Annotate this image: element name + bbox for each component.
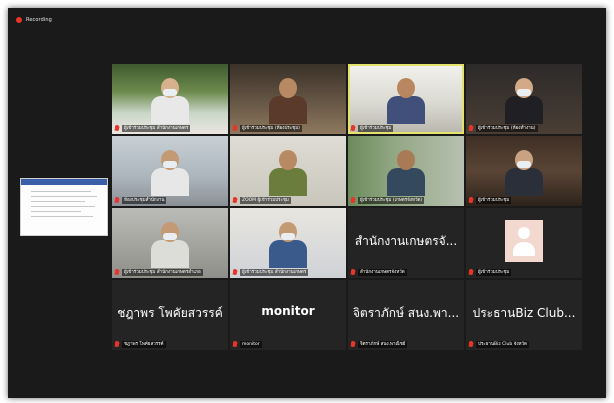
participant-display-name: ประธานBiz Club... <box>472 306 576 320</box>
default-avatar <box>505 220 543 262</box>
muted-mic-icon <box>233 269 237 275</box>
participant-tile[interactable]: ผู้เข้าร่วมประชุม สำนักงานเกษตร <box>230 208 346 278</box>
participant-name: ผู้เข้าร่วมประชุม <box>476 196 512 204</box>
participant-name-label: ผู้เข้าร่วมประชุม (ห้องประชุม) <box>233 124 343 132</box>
participant-name: ผู้เข้าร่วมประชุม (เกษตรจังหวัด) <box>358 196 425 204</box>
participant-name-label: ผู้เข้าร่วมประชุม สำนักงานเกษตร <box>233 268 343 276</box>
participant-name-label: สำนักงานเกษตรจังหวัด <box>351 268 461 276</box>
participant-tile[interactable]: ผู้เข้าร่วมประชุม <box>348 64 464 134</box>
participant-display-name: ชฎาพร โพคัยสวรรค์ <box>117 306 223 320</box>
participant-name-label: ประธานBiz Club จังหวัด <box>469 340 579 348</box>
shared-screen-thumbnail[interactable] <box>20 178 108 236</box>
participant-display-name: จิตราภักษ์ สนง.พา... <box>352 306 460 320</box>
shared-screen-header <box>21 179 107 185</box>
participant-tile[interactable]: ผู้เข้าร่วมประชุม (ห้องประชุม) <box>230 64 346 134</box>
participant-name: ผู้เข้าร่วมประชุม (ห้องทำงาน) <box>476 124 538 132</box>
participant-tile[interactable]: monitor monitor <box>230 280 346 350</box>
muted-mic-icon <box>233 341 237 347</box>
muted-mic-icon <box>115 269 119 275</box>
participant-name: ผู้เข้าร่วมประชุม สำนักงานเกษตรอำเภอ <box>122 268 203 276</box>
participant-name-label: ผู้เข้าร่วมประชุม <box>469 268 579 276</box>
participant-name-label: ผู้เข้าร่วมประชุม <box>351 124 461 132</box>
participant-display-name: สำนักงานเกษตรจั... <box>354 234 458 248</box>
participant-name: ห้องประชุมสำนักงาน <box>122 196 167 204</box>
muted-mic-icon <box>469 125 473 131</box>
participant-display-name: monitor <box>261 304 315 318</box>
participant-gallery: ผู้เข้าร่วมประชุม สำนักงานเกษตรผู้เข้าร่… <box>112 64 582 350</box>
participant-tile[interactable]: ผู้เข้าร่วมประชุม (เกษตรจังหวัด) <box>348 136 464 206</box>
muted-mic-icon <box>115 341 119 347</box>
participant-tile[interactable]: ชฎาพร โพคัยสวรรค์ ชฎาพร โพคัยสวรรค์ <box>112 280 228 350</box>
participant-name-label: จิตราภักษ์ สนง.พาณิชย์ <box>351 340 461 348</box>
shared-line <box>31 191 91 192</box>
participant-tile[interactable]: ผู้เข้าร่วมประชุม (ห้องทำงาน) <box>466 64 582 134</box>
participant-tile[interactable]: ห้องประชุมสำนักงาน <box>112 136 228 206</box>
participant-name: จิตราภักษ์ สนง.พาณิชย์ <box>358 340 408 348</box>
participant-name: ชฎาพร โพคัยสวรรค์ <box>122 340 166 348</box>
muted-mic-icon <box>469 341 473 347</box>
participant-tile[interactable]: ประธานBiz Club... ประธานBiz Club จังหวัด <box>466 280 582 350</box>
muted-mic-icon <box>115 125 119 131</box>
muted-mic-icon <box>233 197 237 203</box>
recording-label: Recording <box>26 17 52 23</box>
participant-name: ประธานBiz Club จังหวัด <box>476 340 529 348</box>
participant-name-label: ผู้เข้าร่วมประชุม (เกษตรจังหวัด) <box>351 196 461 204</box>
participant-name-label: ชฎาพร โพคัยสวรรค์ <box>115 340 225 348</box>
participant-tile[interactable]: ZOOM ผู้เข้าร่วมประชุม <box>230 136 346 206</box>
participant-tile[interactable]: สำนักงานเกษตรจั... สำนักงานเกษตรจังหวัด <box>348 208 464 278</box>
participant-name-label: ห้องประชุมสำนักงาน <box>115 196 225 204</box>
shared-line <box>31 206 95 207</box>
participant-name: ผู้เข้าร่วมประชุม สำนักงานเกษตร <box>122 124 191 132</box>
participant-name: ผู้เข้าร่วมประชุม สำนักงานเกษตร <box>240 268 309 276</box>
muted-mic-icon <box>469 197 473 203</box>
participant-name-label: ผู้เข้าร่วมประชุม <box>469 196 579 204</box>
shared-line <box>31 196 97 197</box>
participant-name-label: ผู้เข้าร่วมประชุม สำนักงานเกษตร <box>115 124 225 132</box>
shared-line <box>31 201 85 202</box>
participant-name-label: monitor <box>233 340 343 348</box>
participant-name-label: ผู้เข้าร่วมประชุม สำนักงานเกษตรอำเภอ <box>115 268 225 276</box>
meeting-window: Recording ผู้เข้าร่วมประชุม สำนักงานเกษต… <box>8 8 606 398</box>
muted-mic-icon <box>351 125 355 131</box>
participant-tile[interactable]: ผู้เข้าร่วมประชุม สำนักงานเกษตร <box>112 64 228 134</box>
participant-name: monitor <box>240 340 262 348</box>
participant-name: ผู้เข้าร่วมประชุม (ห้องประชุม) <box>240 124 302 132</box>
participant-name: สำนักงานเกษตรจังหวัด <box>358 268 407 276</box>
muted-mic-icon <box>469 269 473 275</box>
participant-name-label: ZOOM ผู้เข้าร่วมประชุม <box>233 196 343 204</box>
recording-indicator[interactable]: Recording <box>16 14 52 26</box>
muted-mic-icon <box>351 341 355 347</box>
participant-name: ผู้เข้าร่วมประชุม <box>476 268 512 276</box>
muted-mic-icon <box>351 269 355 275</box>
participant-name-label: ผู้เข้าร่วมประชุม (ห้องทำงาน) <box>469 124 579 132</box>
shared-line <box>31 216 93 217</box>
record-icon <box>16 17 22 23</box>
shared-line <box>31 211 81 212</box>
muted-mic-icon <box>115 197 119 203</box>
participant-tile[interactable]: จิตราภักษ์ สนง.พา... จิตราภักษ์ สนง.พาณิช… <box>348 280 464 350</box>
participant-tile[interactable]: ผู้เข้าร่วมประชุม <box>466 208 582 278</box>
participant-tile[interactable]: ผู้เข้าร่วมประชุม สำนักงานเกษตรอำเภอ <box>112 208 228 278</box>
muted-mic-icon <box>233 125 237 131</box>
participant-name: ผู้เข้าร่วมประชุม <box>358 124 394 132</box>
participant-name: ZOOM ผู้เข้าร่วมประชุม <box>240 196 291 204</box>
muted-mic-icon <box>351 197 355 203</box>
participant-tile[interactable]: ผู้เข้าร่วมประชุม <box>466 136 582 206</box>
